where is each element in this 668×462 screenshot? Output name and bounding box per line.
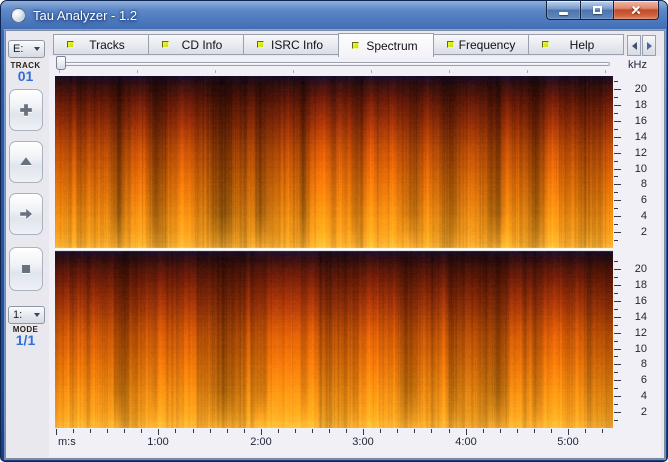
drive-selector[interactable]: E: <box>8 40 45 58</box>
position-slider-track[interactable] <box>56 62 610 66</box>
tab-led-icon <box>447 41 454 48</box>
arrow-left-icon <box>632 42 637 50</box>
tab-isrc-info[interactable]: ISRC Info <box>243 34 339 55</box>
minimize-icon <box>559 12 568 15</box>
app-icon <box>11 8 26 23</box>
tab-label: Frequency <box>454 38 528 52</box>
spectrogram-canvas <box>55 76 613 428</box>
position-slider-thumb[interactable] <box>56 56 66 70</box>
mode-selector[interactable]: 1: <box>8 306 45 324</box>
titlebar[interactable]: Tau Analyzer - 1.2 <box>1 1 667 30</box>
arrow-right-icon <box>19 207 33 221</box>
next-button[interactable] <box>9 193 43 235</box>
tab-label: Tracks <box>74 38 148 52</box>
tab-help[interactable]: Help <box>528 34 624 55</box>
drive-selector-value: E: <box>13 43 23 55</box>
tab-label: CD Info <box>169 38 243 52</box>
plus-icon <box>19 103 33 117</box>
mode-selector-value: 1: <box>13 309 22 321</box>
chevron-down-icon <box>34 47 40 51</box>
plus-button[interactable] <box>9 89 43 131</box>
tab-tracks[interactable]: Tracks <box>53 34 149 55</box>
minimize-button[interactable] <box>546 1 580 20</box>
tab-scroll-right-button[interactable] <box>642 35 656 56</box>
close-icon <box>630 4 642 16</box>
eject-icon <box>19 156 33 168</box>
tab-scroll-left-button[interactable] <box>627 35 641 56</box>
app-window: Tau Analyzer - 1.2 E: TRACK 01 1: MODE 1… <box>0 0 668 462</box>
tab-spectrum[interactable]: Spectrum <box>338 33 434 57</box>
mode-value: 1/1 <box>5 332 46 348</box>
tab-led-icon <box>67 41 74 48</box>
tab-cd-info[interactable]: CD Info <box>148 34 244 55</box>
tab-label: Spectrum <box>359 39 433 53</box>
tab-led-icon <box>257 41 264 48</box>
window-controls <box>546 1 659 20</box>
close-button[interactable] <box>614 1 659 20</box>
eject-button[interactable] <box>9 141 43 183</box>
maximize-button[interactable] <box>580 1 614 20</box>
tab-led-icon <box>352 42 359 49</box>
tab-label: ISRC Info <box>264 38 338 52</box>
tab-label: Help <box>549 38 623 52</box>
tab-frequency[interactable]: Frequency <box>433 34 529 55</box>
tab-led-icon <box>542 41 549 48</box>
tab-led-icon <box>162 41 169 48</box>
window-title: Tau Analyzer - 1.2 <box>33 8 137 23</box>
arrow-right-icon <box>647 42 652 50</box>
freq-axis-unit: kHz <box>619 59 647 71</box>
track-number: 01 <box>5 68 46 84</box>
chevron-down-icon <box>34 313 40 317</box>
stop-icon <box>20 263 32 275</box>
stop-button[interactable] <box>9 247 43 291</box>
maximize-icon <box>593 6 602 14</box>
